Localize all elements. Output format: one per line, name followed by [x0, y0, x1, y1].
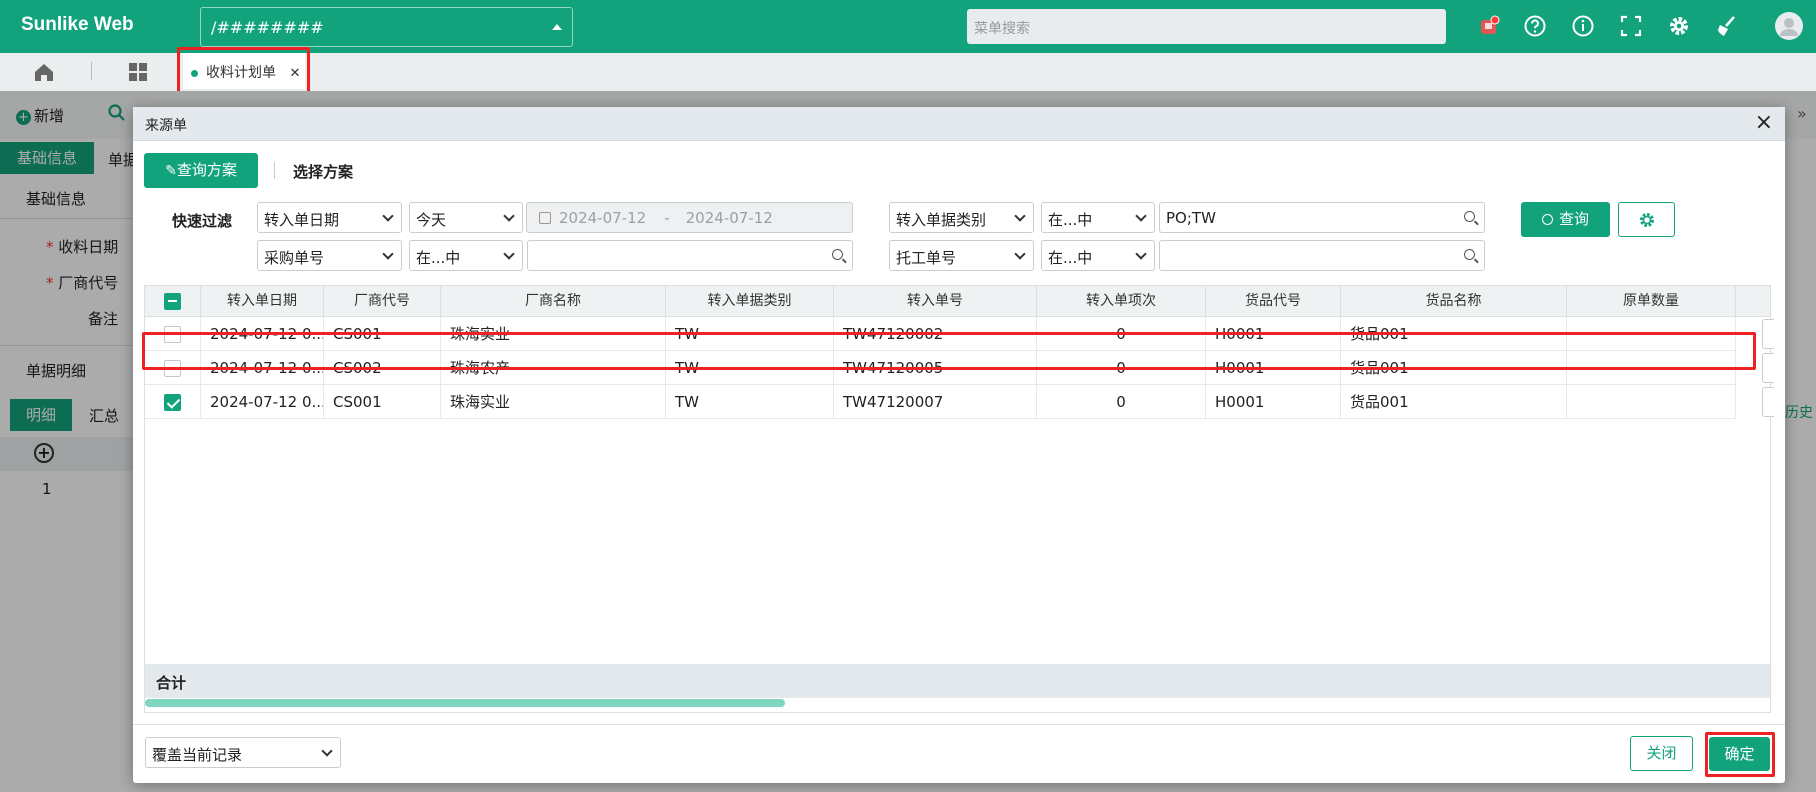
select-all-cell[interactable]: [145, 286, 201, 317]
filter4-op-select[interactable]: 在...中: [1041, 240, 1155, 271]
close-button[interactable]: 关闭: [1630, 736, 1693, 771]
filter2-op-select[interactable]: 在...中: [1041, 202, 1155, 233]
col-header-extra: [1736, 286, 1770, 317]
tab-highlight-box: [177, 47, 310, 95]
chevron-down-icon: [382, 248, 394, 260]
settings-button[interactable]: [1618, 202, 1675, 237]
search-icon: [1464, 211, 1475, 222]
row-action-tab[interactable]: [1762, 387, 1774, 417]
col-header[interactable]: 转入单日期: [201, 286, 324, 317]
menu-search-input[interactable]: 菜单搜索: [967, 9, 1446, 44]
chevron-down-icon: [503, 248, 515, 260]
filter4-value-input[interactable]: [1159, 240, 1485, 271]
source-bill-dialog: 来源单 × ✎查询方案 选择方案 快速过滤 转入单日期 今天 2024-07-1…: [133, 107, 1785, 783]
col-header[interactable]: 转入单据类别: [666, 286, 834, 317]
select-scheme-button[interactable]: 选择方案: [293, 161, 353, 182]
caret-up-icon: [552, 24, 562, 30]
table-cell[interactable]: 货品001: [1341, 385, 1567, 419]
magic-wand-icon: ✎: [165, 163, 177, 179]
info-icon[interactable]: [1570, 13, 1596, 39]
total-label: 合计: [156, 674, 187, 692]
mode-select[interactable]: 覆盖当前记录: [145, 737, 341, 768]
search-icon: [1464, 249, 1475, 260]
search-icon: [832, 249, 843, 260]
row-action-tab[interactable]: [1762, 353, 1774, 383]
table-total-row: 合计: [145, 664, 1770, 698]
chevron-down-icon: [1135, 210, 1147, 222]
dialog-title: 来源单: [145, 118, 187, 134]
chevron-down-icon: [1014, 210, 1026, 222]
col-header[interactable]: 转入单号: [834, 286, 1037, 317]
table-cell[interactable]: TW: [666, 385, 834, 419]
avatar-icon[interactable]: [1774, 11, 1804, 41]
table-cell[interactable]: H0001: [1206, 385, 1341, 419]
notification-icon[interactable]: [1476, 13, 1502, 39]
quick-filter-label: 快速过滤: [172, 212, 233, 230]
search-icon: [1541, 214, 1553, 225]
filter3-value-input[interactable]: [527, 240, 853, 271]
chevron-down-icon: [503, 210, 515, 222]
apps-grid-icon[interactable]: [127, 61, 149, 83]
table-cell[interactable]: 0: [1037, 385, 1206, 419]
table-cell[interactable]: TW47120007: [834, 385, 1037, 419]
home-icon[interactable]: [32, 61, 56, 83]
row-checkbox[interactable]: [164, 394, 181, 411]
scheme-divider: [274, 162, 275, 179]
horizontal-scrollbar[interactable]: [145, 699, 785, 707]
query-button[interactable]: 查询: [1521, 202, 1610, 237]
table-cell[interactable]: [1567, 385, 1736, 419]
select-all-checkbox[interactable]: [164, 293, 181, 310]
filter3-field-select[interactable]: 采购单号: [257, 240, 402, 271]
col-header[interactable]: 转入单项次: [1037, 286, 1206, 317]
footer-divider: [133, 724, 1785, 725]
path-value: /########: [211, 18, 324, 37]
dialog-close-icon[interactable]: ×: [1755, 110, 1773, 135]
confirm-highlight-box: [1705, 732, 1775, 777]
filter2-field-select[interactable]: 转入单据类别: [889, 202, 1034, 233]
chevron-down-icon: [1135, 248, 1147, 260]
filter4-field-select[interactable]: 托工单号: [889, 240, 1034, 271]
filter3-op-select[interactable]: 在...中: [409, 240, 523, 271]
app-logo[interactable]: Sunlike Web: [21, 14, 134, 36]
calendar-icon: [539, 212, 551, 224]
gear-icon: [1639, 212, 1654, 227]
col-header[interactable]: 原单数量: [1567, 286, 1736, 317]
table-cell[interactable]: CS001: [324, 385, 441, 419]
col-header[interactable]: 厂商名称: [441, 286, 666, 317]
gear-icon[interactable]: [1666, 13, 1692, 39]
path-select[interactable]: /########: [200, 7, 573, 47]
col-header[interactable]: 货品代号: [1206, 286, 1341, 317]
clear-icon[interactable]: [1714, 13, 1740, 39]
query-scheme-button[interactable]: ✎查询方案: [144, 153, 258, 188]
col-header[interactable]: 厂商代号: [324, 286, 441, 317]
filter1-op-select[interactable]: 今天: [409, 202, 523, 233]
chevron-down-icon: [1014, 248, 1026, 260]
filter1-field-select[interactable]: 转入单日期: [257, 202, 402, 233]
table-cell[interactable]: 2024-07-12 0...: [201, 385, 324, 419]
date-range-input[interactable]: 2024-07-12-2024-07-12: [526, 202, 853, 233]
help-icon[interactable]: [1522, 13, 1548, 39]
chevron-down-icon: [321, 745, 333, 757]
tab-divider: [91, 62, 92, 80]
selected-row-highlight-box: [142, 332, 1756, 370]
table-cell[interactable]: 珠海实业: [441, 385, 666, 419]
row-checkbox-cell[interactable]: [145, 385, 201, 419]
dialog-header: [133, 107, 1785, 141]
filter2-value-input[interactable]: PO;TW: [1159, 202, 1485, 233]
row-action-tab[interactable]: [1762, 319, 1774, 349]
fullscreen-icon[interactable]: [1618, 13, 1644, 39]
col-header[interactable]: 货品名称: [1341, 286, 1567, 317]
chevron-down-icon: [382, 210, 394, 222]
